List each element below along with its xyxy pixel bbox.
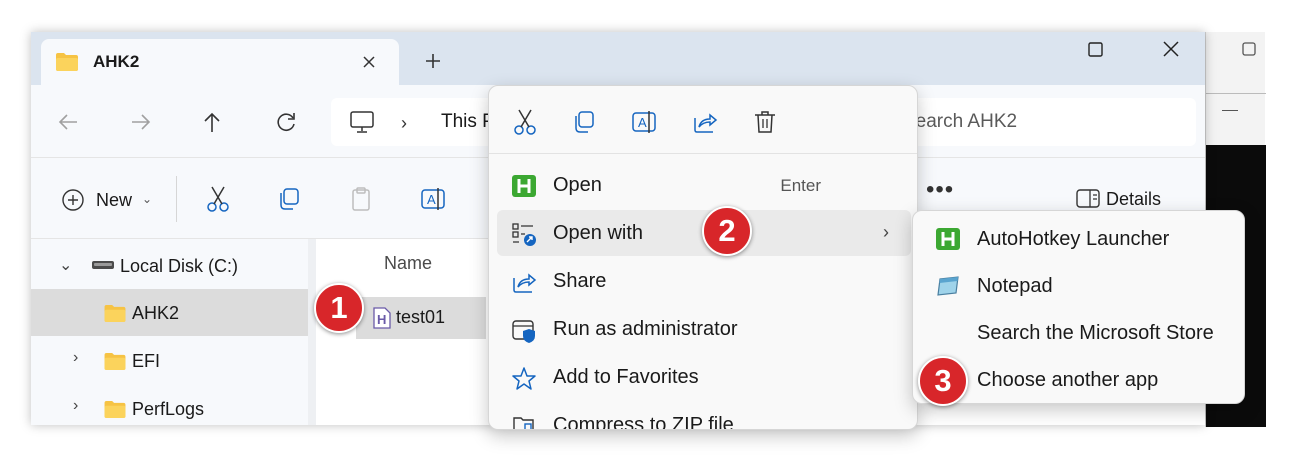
details-label: Details — [1106, 189, 1162, 209]
search-placeholder: Search AHK2 — [903, 111, 1018, 132]
menu-item-label: Open with — [553, 222, 644, 244]
autohotkey-icon — [935, 227, 961, 251]
menu-item-open[interactable]: Open Enter — [497, 162, 911, 208]
submenu-item-label: Notepad — [977, 275, 1053, 297]
ahk-script-icon: H — [372, 307, 392, 329]
submenu-item-search-store[interactable]: Search the Microsoft Store — [919, 308, 1239, 354]
maximize-button[interactable] — [1061, 40, 1131, 74]
submenu-item-notepad[interactable]: Notepad — [919, 261, 1239, 307]
menu-item-label: Run as administrator — [553, 318, 738, 340]
breadcrumb-chevron: › — [401, 113, 407, 133]
rename-icon[interactable]: A — [630, 108, 658, 136]
tab-ahk2[interactable]: AHK2 — [41, 39, 399, 85]
file-name: test01 — [396, 307, 446, 327]
menu-item-run-as-admin[interactable]: Run as administrator — [497, 306, 911, 352]
share-icon — [511, 270, 537, 294]
admin-shield-icon — [511, 318, 537, 344]
sidebar-item-perflogs[interactable]: › PerfLogs — [31, 385, 308, 425]
forward-arrow-icon[interactable] — [126, 107, 156, 137]
column-header-name[interactable]: Name — [384, 253, 432, 274]
open-with-icon — [511, 222, 537, 246]
sidebar-item-label: PerfLogs — [132, 399, 205, 419]
paste-icon[interactable] — [347, 185, 375, 213]
new-label: New — [96, 190, 133, 210]
step-badge-1: 1 — [314, 283, 364, 333]
svg-text:H: H — [377, 312, 386, 327]
sidebar-item-label: Local Disk (C:) — [120, 256, 239, 276]
plus-circle-icon — [60, 187, 86, 213]
close-window-button[interactable] — [1131, 40, 1201, 74]
sidebar-item-ahk2[interactable]: AHK2 — [31, 289, 308, 336]
minimize-icon[interactable] — [1222, 110, 1238, 111]
menu-item-label: Open — [553, 174, 602, 196]
chevron-right-icon[interactable]: › — [73, 349, 78, 367]
submenu-item-label: Search the Microsoft Store — [977, 322, 1214, 344]
folder-icon — [103, 304, 127, 323]
menu-item-add-to-favorites[interactable]: Add to Favorites — [497, 354, 911, 400]
sidebar-item-efi[interactable]: › EFI — [31, 337, 308, 384]
computer-icon — [349, 110, 375, 134]
title-bar: AHK2 — [31, 32, 1205, 85]
sidebar-item-label: AHK2 — [132, 303, 180, 323]
new-tab-button[interactable] — [421, 49, 445, 73]
menu-item-label: Compress to ZIP file — [553, 414, 734, 430]
tab-title: AHK2 — [93, 52, 140, 71]
sidebar-item-local-disk[interactable]: ⌄ Local Disk (C:) — [31, 242, 308, 289]
submenu-item-label: Choose another app — [977, 369, 1159, 391]
copy-icon[interactable] — [275, 185, 303, 213]
chevron-down-icon: ⌄ — [142, 192, 153, 206]
svg-text:A: A — [638, 115, 647, 130]
autohotkey-icon — [511, 174, 537, 198]
cut-icon[interactable] — [204, 185, 232, 213]
folder-icon — [55, 52, 79, 72]
chevron-right-icon[interactable]: › — [73, 397, 78, 415]
more-options-button[interactable]: ••• — [926, 176, 954, 204]
submenu-item-autohotkey-launcher[interactable]: AutoHotkey Launcher — [919, 214, 1239, 260]
chevron-right-icon: › — [883, 222, 889, 242]
step-badge-3: 3 — [918, 356, 968, 406]
svg-text:A: A — [427, 192, 436, 207]
quick-actions-bar: A — [489, 86, 917, 154]
search-box[interactable]: Search AHK2 — [891, 98, 1196, 146]
back-arrow-icon[interactable] — [53, 107, 83, 137]
close-tab-icon[interactable] — [358, 51, 380, 73]
menu-item-compress-zip[interactable]: Compress to ZIP file — [497, 402, 911, 430]
menu-item-share[interactable]: Share — [497, 258, 911, 304]
refresh-icon[interactable] — [271, 107, 301, 137]
details-pane-icon — [1076, 188, 1100, 210]
restore-icon[interactable] — [1242, 42, 1256, 56]
step-badge-2: 2 — [702, 206, 752, 256]
up-arrow-icon[interactable] — [197, 107, 227, 137]
rename-icon[interactable]: A — [419, 185, 447, 213]
chevron-down-icon[interactable]: ⌄ — [59, 255, 72, 275]
shortcut-label: Enter — [780, 176, 821, 195]
navigation-pane: ⌄ Local Disk (C:) AHK2 › EFI › PerfLogs — [31, 239, 308, 425]
zip-icon — [511, 414, 537, 429]
folder-icon — [103, 400, 127, 419]
sidebar-item-label: EFI — [132, 351, 161, 371]
separator — [176, 176, 177, 222]
cut-icon[interactable] — [511, 108, 539, 136]
notepad-icon — [935, 274, 961, 298]
delete-icon[interactable] — [751, 108, 779, 136]
menu-item-label: Add to Favorites — [553, 366, 699, 388]
minimize-button[interactable] — [991, 40, 1061, 74]
divider — [1206, 93, 1266, 94]
folder-icon — [103, 352, 127, 371]
share-icon[interactable] — [691, 108, 719, 136]
drive-icon — [91, 259, 115, 271]
submenu-item-label: AutoHotkey Launcher — [977, 228, 1170, 250]
copy-icon[interactable] — [570, 108, 598, 136]
context-menu: A Open Enter Open with › Share Run as ad… — [488, 85, 918, 430]
menu-item-label: Share — [553, 270, 607, 292]
file-row[interactable]: H test01 — [356, 297, 486, 339]
star-icon — [511, 366, 537, 392]
pane-splitter[interactable] — [308, 239, 316, 425]
